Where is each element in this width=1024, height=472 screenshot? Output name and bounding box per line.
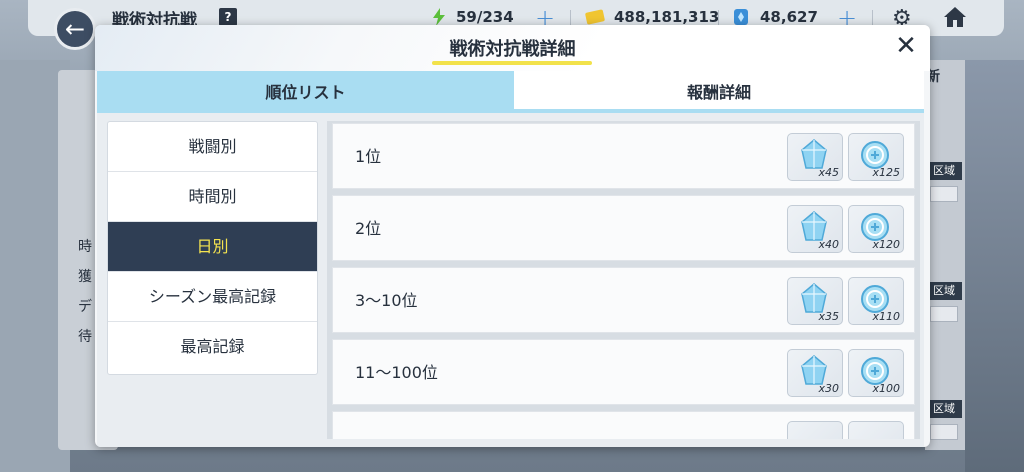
reward-row-partial xyxy=(332,411,915,439)
reward-row: 1位 x45 x125 xyxy=(332,123,915,189)
gem-value: 48,627 xyxy=(760,8,818,26)
tab-reward-details[interactable]: 報酬詳細 xyxy=(514,71,924,113)
reward-list[interactable]: 1位 x45 x125 2位 x40 x120 3〜10位 x35 x110 1… xyxy=(327,121,920,439)
coin-reward[interactable] xyxy=(848,421,904,439)
background-right-edge xyxy=(965,60,1024,472)
divider xyxy=(570,10,571,26)
rank-label: 1位 xyxy=(355,147,382,166)
background-region-box xyxy=(930,424,958,440)
reward-row: 3〜10位 x35 x110 xyxy=(332,267,915,333)
rank-label: 11〜100位 xyxy=(355,363,438,382)
coin-quantity: x120 xyxy=(872,238,900,251)
reward-row: 2位 x40 x120 xyxy=(332,195,915,261)
rank-label: 3〜10位 xyxy=(355,291,418,310)
sidebar-item-season-best[interactable]: シーズン最高記録 xyxy=(108,272,317,322)
gem-quantity: x45 xyxy=(818,166,839,179)
help-button[interactable]: ? xyxy=(219,8,237,26)
arrow-left-icon: ← xyxy=(64,15,86,43)
coin-quantity: x125 xyxy=(872,166,900,179)
gem-icon xyxy=(734,9,748,25)
sidebar-item-by-day[interactable]: 日別 xyxy=(108,222,317,272)
ap-icon xyxy=(433,8,445,26)
gem-reward[interactable]: x40 xyxy=(787,205,843,253)
title-underline xyxy=(432,61,592,65)
gem-quantity: x30 xyxy=(818,382,839,395)
coin-reward[interactable]: x125 xyxy=(848,133,904,181)
tab-ranking-list[interactable]: 順位リスト xyxy=(97,71,514,113)
modal-title: 戦術対抗戦詳細 xyxy=(449,39,576,60)
gem-reward[interactable]: x30 xyxy=(787,349,843,397)
background-region-box xyxy=(930,306,958,322)
gem-reward[interactable]: x35 xyxy=(787,277,843,325)
coin-reward[interactable]: x110 xyxy=(848,277,904,325)
tab-bar: 順位リスト 報酬詳細 xyxy=(97,71,924,113)
divider xyxy=(872,10,873,26)
background-region-box xyxy=(930,186,958,202)
coin-quantity: x110 xyxy=(872,310,900,323)
background-region-tag: 区域 xyxy=(926,162,962,180)
gem-reward[interactable] xyxy=(787,421,843,439)
background-region-tag: 区域 xyxy=(926,282,962,300)
home-icon[interactable] xyxy=(942,5,968,29)
close-icon: ✕ xyxy=(895,31,917,61)
ranking-category-sidebar: 戦闘別 時間別 日別 シーズン最高記録 最高記録 xyxy=(107,121,318,375)
sidebar-item-by-time[interactable]: 時間別 xyxy=(108,172,317,222)
coin-quantity: x100 xyxy=(872,382,900,395)
background-region-tag: 区域 xyxy=(926,400,962,418)
credit-icon xyxy=(585,9,605,25)
gem-reward[interactable]: x45 xyxy=(787,133,843,181)
divider xyxy=(718,10,719,26)
close-button[interactable]: ✕ xyxy=(893,33,919,59)
rank-label: 2位 xyxy=(355,219,382,238)
coin-reward[interactable]: x120 xyxy=(848,205,904,253)
ranking-detail-modal: 戦術対抗戦詳細 ✕ 順位リスト 報酬詳細 戦闘別 時間別 日別 シーズン最高記録… xyxy=(95,25,930,447)
gem-quantity: x35 xyxy=(818,310,839,323)
ap-value: 59/234 xyxy=(456,8,514,26)
coin-reward[interactable]: x100 xyxy=(848,349,904,397)
reward-row: 11〜100位 x30 x100 xyxy=(332,339,915,405)
gem-quantity: x40 xyxy=(818,238,839,251)
back-button[interactable]: ← xyxy=(54,8,96,50)
background-right-panel xyxy=(925,60,965,450)
sidebar-item-by-battle[interactable]: 戦闘別 xyxy=(108,122,317,172)
credit-value: 488,181,313 xyxy=(614,8,720,26)
sidebar-item-best-record[interactable]: 最高記録 xyxy=(108,322,317,372)
